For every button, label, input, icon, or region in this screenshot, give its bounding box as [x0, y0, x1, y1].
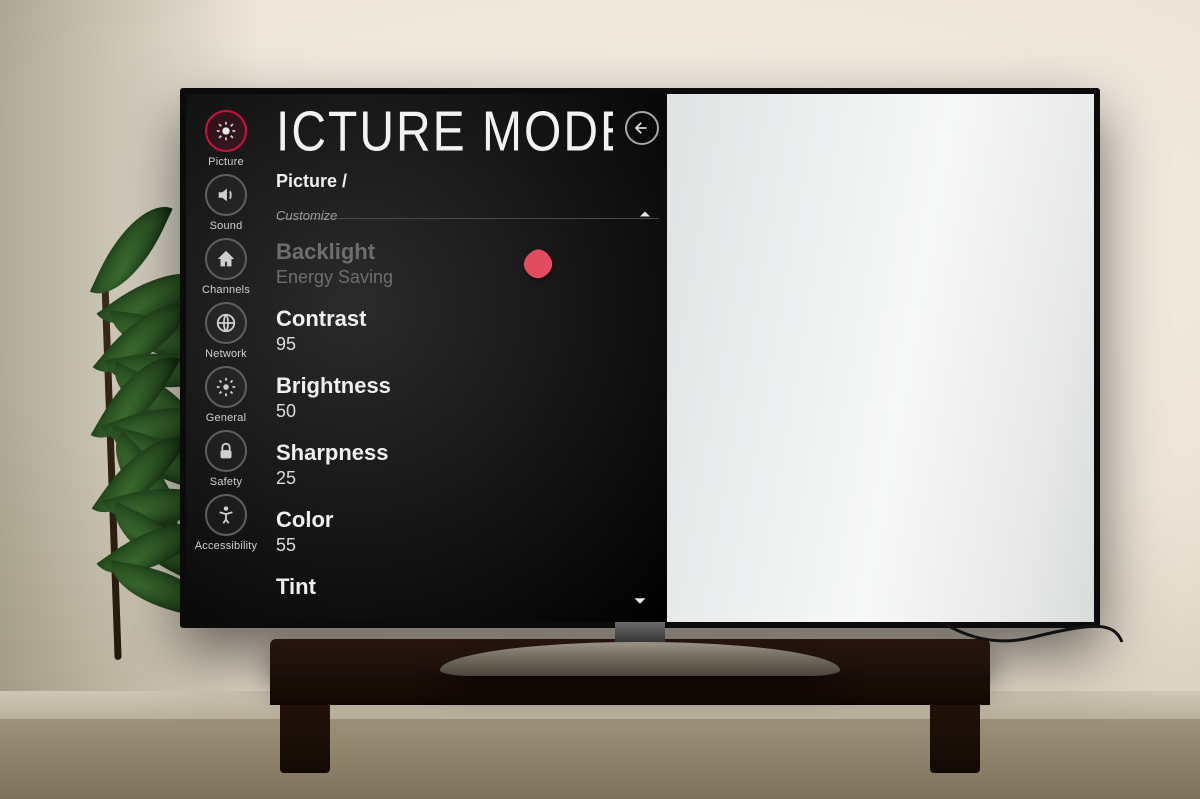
setting-name: Backlight [276, 239, 659, 265]
sidebar-item-label: Channels [202, 284, 250, 296]
sidebar-item-safety[interactable]: Safety [205, 430, 247, 488]
back-button[interactable] [625, 111, 659, 145]
setting-name: Sharpness [276, 440, 659, 466]
setting-value: 25 [276, 468, 659, 489]
sidebar-item-label: General [206, 412, 247, 424]
sidebar-item-accessibility[interactable]: Accessibility [195, 494, 258, 552]
tv-screen: Picture Sound Channels Network General Safety… [186, 94, 1094, 622]
sidebar-item-network[interactable]: Network [205, 302, 247, 360]
setting-name: Contrast [276, 306, 659, 332]
channels-icon [205, 238, 247, 280]
setting-contrast[interactable]: Contrast95 [276, 306, 659, 355]
room-background: Picture Sound Channels Network General Safety… [0, 0, 1200, 799]
setting-backlight: BacklightEnergy Saving [276, 239, 659, 288]
setting-value: 50 [276, 401, 659, 422]
settings-sidebar: Picture Sound Channels Network General Safety… [186, 102, 266, 614]
sidebar-item-picture[interactable]: Picture [205, 110, 247, 168]
accessibility-icon [205, 494, 247, 536]
page-title: ICTURE MODE S [276, 100, 613, 165]
setting-name: Color [276, 507, 659, 533]
setting-name: Tint [276, 574, 659, 600]
section-label: Customize [276, 208, 345, 223]
picture-icon [205, 110, 247, 152]
back-arrow-icon [633, 119, 651, 137]
setting-color[interactable]: Color55 [276, 507, 659, 556]
breadcrumb: Picture / [276, 171, 659, 192]
setting-tint[interactable]: Tint [276, 574, 659, 602]
section-collapse-button[interactable] [635, 204, 655, 224]
settings-list: BacklightEnergy Saving Contrast95 Brightne… [276, 239, 659, 602]
sidebar-item-label: Safety [210, 476, 242, 488]
settings-main: ICTURE MODE S Picture / Customize Backli… [276, 100, 659, 616]
sidebar-item-label: Sound [210, 220, 243, 232]
sidebar-item-label: Picture [208, 156, 244, 168]
section-divider: Customize [276, 218, 659, 219]
settings-panel: Picture Sound Channels Network General Safety… [186, 94, 667, 622]
safety-icon [205, 430, 247, 472]
sound-icon [205, 174, 247, 216]
sidebar-item-label: Accessibility [195, 540, 258, 552]
setting-sharpness[interactable]: Sharpness25 [276, 440, 659, 489]
sidebar-item-label: Network [205, 348, 247, 360]
test-pattern [667, 94, 1094, 622]
network-icon [205, 302, 247, 344]
setting-value: 55 [276, 535, 659, 556]
tv: Picture Sound Channels Network General Safety… [180, 88, 1100, 628]
scroll-down-button[interactable] [629, 590, 651, 612]
general-icon [205, 366, 247, 408]
setting-brightness[interactable]: Brightness50 [276, 373, 659, 422]
setting-value: Energy Saving [276, 267, 659, 288]
sidebar-item-general[interactable]: General [205, 366, 247, 424]
sidebar-item-sound[interactable]: Sound [205, 174, 247, 232]
chevron-down-icon [629, 590, 651, 612]
sidebar-item-channels[interactable]: Channels [202, 238, 250, 296]
setting-name: Brightness [276, 373, 659, 399]
chevron-up-icon [635, 204, 655, 224]
setting-value: 95 [276, 334, 659, 355]
